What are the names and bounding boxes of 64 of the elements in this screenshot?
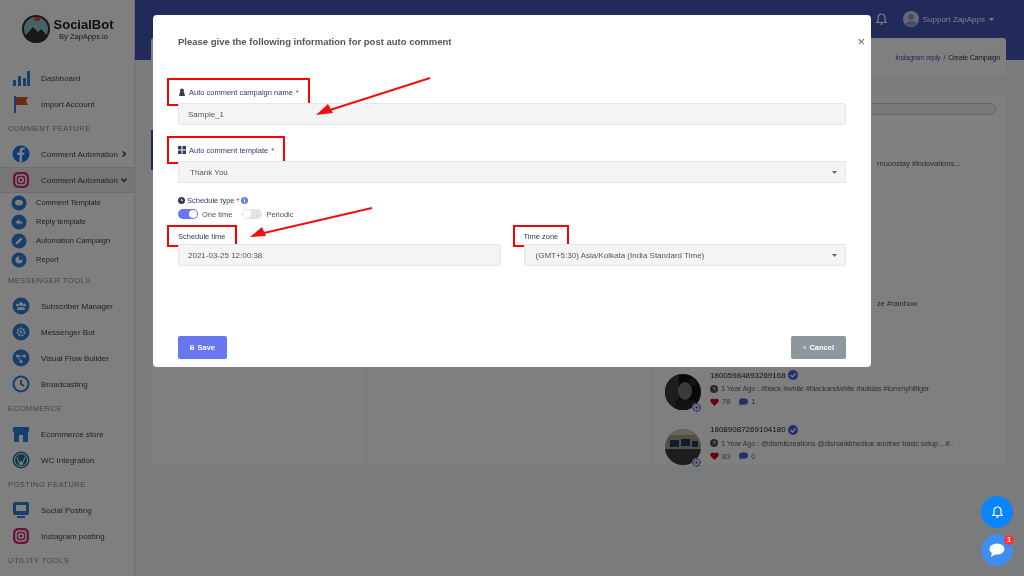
user-menu[interactable]: Support ZapApps bbox=[902, 11, 994, 27]
bar-chart-icon bbox=[12, 69, 30, 87]
chevron-right-icon bbox=[120, 151, 127, 157]
comment-icon bbox=[739, 452, 749, 461]
bell-icon bbox=[875, 13, 887, 25]
input-field[interactable]: Sample_1 bbox=[178, 103, 846, 125]
sidebar-item[interactable]: Visual Flow Builder bbox=[0, 345, 134, 371]
gear-icon bbox=[12, 323, 30, 341]
logo-name: SocialBot bbox=[53, 16, 114, 32]
input-field[interactable]: 2021-03-25 12:00:38 bbox=[178, 244, 501, 266]
select-field[interactable]: Thank You bbox=[178, 161, 846, 183]
avatar-icon bbox=[902, 11, 919, 27]
sidebar-item[interactable]: Comment Automation bbox=[0, 141, 134, 167]
verified-check-icon bbox=[787, 370, 798, 381]
caret-icon bbox=[832, 253, 837, 257]
caret-icon bbox=[832, 170, 837, 174]
instagram-icon bbox=[12, 527, 30, 545]
heart-icon bbox=[710, 452, 719, 461]
grid-icon bbox=[178, 146, 186, 154]
post-id[interactable]: 18005984893269168 bbox=[710, 370, 786, 380]
monitor-icon bbox=[12, 501, 30, 519]
heart-icon bbox=[710, 397, 719, 406]
comment-icon bbox=[739, 397, 749, 406]
flag-icon bbox=[12, 95, 30, 113]
users-icon bbox=[12, 297, 30, 315]
sidebar-item[interactable]: Messenger Bot bbox=[0, 319, 134, 345]
close-button[interactable]: × bbox=[857, 35, 865, 48]
sidebar-item[interactable]: Dashboard bbox=[0, 65, 134, 91]
sidebar-item[interactable]: Comment Automation bbox=[0, 167, 134, 193]
user-icon bbox=[178, 88, 186, 96]
mountain-logo-icon bbox=[20, 13, 51, 44]
wordpress-icon bbox=[12, 451, 30, 469]
sidebar-item[interactable]: Ecommerce store bbox=[0, 421, 134, 447]
clock-icon bbox=[710, 439, 718, 448]
close-icon bbox=[803, 344, 807, 351]
sidebar-item[interactable]: Import Account bbox=[0, 91, 134, 117]
toggle-switch[interactable] bbox=[242, 209, 263, 219]
facebook-icon bbox=[12, 145, 30, 163]
info-icon bbox=[241, 197, 249, 204]
toggle-switch[interactable] bbox=[178, 209, 198, 219]
sidebar-item[interactable]: Broadcasting bbox=[0, 371, 134, 397]
verified-check-icon bbox=[787, 424, 798, 435]
instagram-icon bbox=[12, 171, 30, 189]
store-icon bbox=[12, 425, 30, 443]
gear-icon bbox=[692, 403, 701, 413]
caret-icon bbox=[989, 17, 994, 21]
sidebar-item[interactable]: Subscriber Manager bbox=[0, 293, 134, 319]
chevron-down-icon bbox=[120, 177, 127, 183]
chat-bubble-icon bbox=[11, 194, 27, 211]
clock-icon bbox=[178, 197, 185, 204]
network-icon bbox=[12, 349, 30, 367]
floppy-disk-icon bbox=[190, 344, 195, 351]
chat-bubble-icon bbox=[989, 543, 1005, 557]
clock-icon bbox=[710, 384, 718, 393]
modal-title: Please give the following information for post auto comment bbox=[178, 36, 452, 47]
sidebar-item[interactable]: WC Integration bbox=[0, 447, 134, 473]
sidebar-item[interactable]: Instagram posting bbox=[0, 523, 134, 549]
pencil-icon bbox=[11, 232, 27, 249]
clock-icon bbox=[12, 375, 30, 393]
bell-icon bbox=[991, 506, 1003, 518]
post-id[interactable]: 18089087269104180 bbox=[710, 425, 786, 435]
sidebar-item[interactable]: Social Posting bbox=[0, 497, 134, 523]
select-field[interactable]: (GMT+5:30) Asia/Kolkata (India Standard Time) bbox=[523, 244, 846, 266]
pie-chart-icon bbox=[11, 251, 27, 268]
